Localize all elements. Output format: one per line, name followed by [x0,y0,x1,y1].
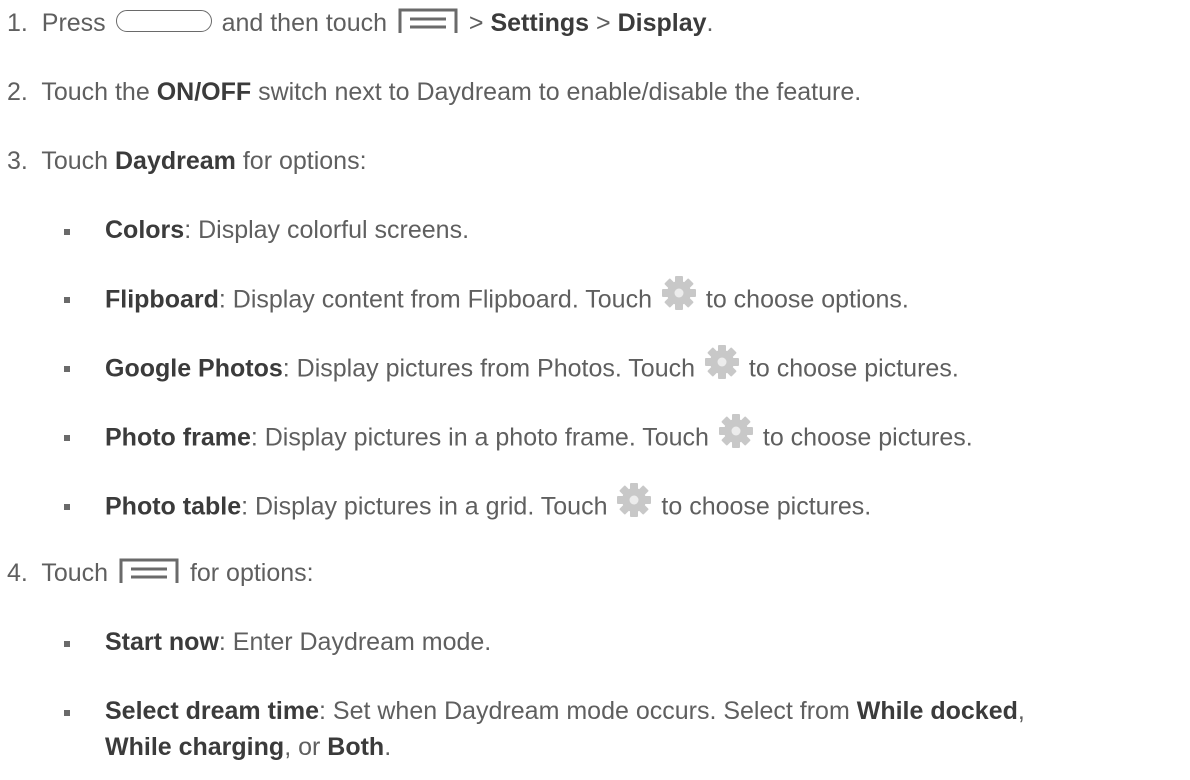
menu-button-icon [398,8,458,34]
gear-icon [718,413,754,449]
list-item: Colors: Display colorful screens. [105,216,470,244]
bullet [64,366,70,372]
gear-icon [661,275,697,311]
home-button-icon [115,10,212,33]
display-label: Display [617,9,707,37]
list-item: Google Photos: Display pictures from Pho… [105,345,959,388]
bullet [64,229,70,235]
bullet [64,641,70,647]
list-item: Photo frame: Display pictures in a photo… [105,414,973,457]
onoff-label: ON/OFF [156,78,252,106]
list-item: Select dream time: Set when Daydream mod… [105,697,1025,725]
list-item-continuation: While charging, or Both. [105,733,392,761]
step-number: 1. [7,9,28,37]
step-number: 3. [7,147,28,175]
daydream-label: Daydream [114,147,236,175]
step-number: 2. [7,78,28,106]
step-2: 2. Touch the ON/OFF switch next to Daydr… [7,78,862,106]
step-4: 4. Touch for options: [7,558,314,587]
list-item: Photo table: Display pictures in a grid.… [105,483,871,526]
gear-icon [704,344,740,380]
list-item: Start now: Enter Daydream mode. [105,628,492,656]
bullet [64,710,70,716]
bullet [64,297,70,303]
step-1: 1. Press and then touch > Settings > Dis… [7,8,714,37]
gear-icon [616,482,652,518]
bullet [64,504,70,510]
settings-label: Settings [490,9,590,37]
menu-button-icon [119,558,179,584]
bullet [64,435,70,441]
list-item: Flipboard: Display content from Flipboar… [105,276,909,319]
step-3: 3. Touch Daydream for options: [7,147,367,175]
step-number: 4. [7,559,28,587]
